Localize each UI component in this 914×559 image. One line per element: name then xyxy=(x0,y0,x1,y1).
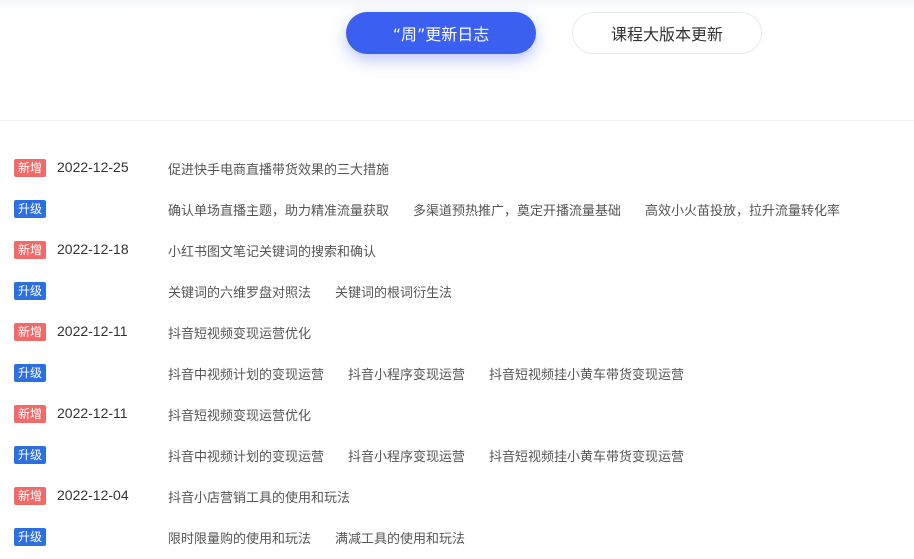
new-badge: 新增 xyxy=(14,487,47,505)
row-items: 限时限量购的使用和玩法 满减工具的使用和玩法 xyxy=(168,528,489,547)
tab-bar: “周”更新日志 课程大版本更新 xyxy=(0,0,914,121)
changelog-row: 升级 抖音中视频计划的变现运营 抖音小程序变现运营 抖音短视频挂小黄车带货变现运营 xyxy=(0,352,914,393)
row-date: 2022-12-11 xyxy=(57,405,128,421)
changelog-item-link[interactable]: 高效小火苗投放，拉升流量转化率 xyxy=(645,200,840,219)
changelog-item-link[interactable]: 抖音短视频变现运营优化 xyxy=(168,323,311,342)
changelog-item-link[interactable]: 促进快手电商直播带货效果的三大措施 xyxy=(168,159,389,178)
row-items: 促进快手电商直播带货效果的三大措施 xyxy=(168,159,413,178)
tab-weekly-changelog[interactable]: “周”更新日志 xyxy=(346,12,536,54)
changelog-row: 新增 2022-12-25 促进快手电商直播带货效果的三大措施 xyxy=(0,147,914,188)
changelog-item-link[interactable]: 限时限量购的使用和玩法 xyxy=(168,528,311,547)
changelog-row: 新增 2022-12-11 抖音短视频变现运营优化 xyxy=(0,311,914,352)
changelog-item-link[interactable]: 抖音中视频计划的变现运营 xyxy=(168,446,324,465)
changelog-row: 升级 抖音中视频计划的变现运营 抖音小程序变现运营 抖音短视频挂小黄车带货变现运营 xyxy=(0,434,914,475)
upgrade-badge: 升级 xyxy=(14,200,47,218)
changelog-item-link[interactable]: 抖音小程序变现运营 xyxy=(348,446,465,465)
upgrade-badge: 升级 xyxy=(14,282,47,300)
new-badge: 新增 xyxy=(14,323,47,341)
changelog-item-link[interactable]: 确认单场直播主题，助力精准流量获取 xyxy=(168,200,389,219)
changelog-item-link[interactable]: 抖音短视频挂小黄车带货变现运营 xyxy=(489,446,684,465)
new-badge: 新增 xyxy=(14,241,47,259)
changelog-item-link[interactable]: 小红书图文笔记关键词的搜索和确认 xyxy=(168,241,376,260)
changelog-row: 升级 关键词的六维罗盘对照法 关键词的根词衍生法 xyxy=(0,270,914,311)
changelog-row: 升级 确认单场直播主题，助力精准流量获取 多渠道预热推广，奠定开播流量基础 高效小火苗… xyxy=(0,188,914,229)
row-date: 2022-12-25 xyxy=(57,159,129,175)
upgrade-badge: 升级 xyxy=(14,528,47,546)
row-items: 抖音中视频计划的变现运营 抖音小程序变现运营 抖音短视频挂小黄车带货变现运营 xyxy=(168,446,708,465)
new-badge: 新增 xyxy=(14,405,47,423)
changelog-row: 新增 2022-12-18 小红书图文笔记关键词的搜索和确认 xyxy=(0,229,914,270)
row-items: 小红书图文笔记关键词的搜索和确认 xyxy=(168,241,400,260)
changelog-item-link[interactable]: 关键词的根词衍生法 xyxy=(335,282,452,301)
changelog-item-link[interactable]: 抖音小程序变现运营 xyxy=(348,364,465,383)
changelog-item-link[interactable]: 抖音中视频计划的变现运营 xyxy=(168,364,324,383)
upgrade-badge: 升级 xyxy=(14,364,47,382)
changelog-row: 新增 2022-12-11 抖音短视频变现运营优化 xyxy=(0,393,914,434)
changelog-item-link[interactable]: 关键词的六维罗盘对照法 xyxy=(168,282,311,301)
changelog-item-link[interactable]: 满减工具的使用和玩法 xyxy=(335,528,465,547)
changelog-row: 升级 限时限量购的使用和玩法 满减工具的使用和玩法 xyxy=(0,516,914,557)
upgrade-badge: 升级 xyxy=(14,446,47,464)
changelog-list: 新增 2022-12-25 促进快手电商直播带货效果的三大措施升级 确认单场直播主题，… xyxy=(0,147,914,557)
row-items: 抖音短视频变现运营优化 xyxy=(168,323,335,342)
changelog-row: 新增 2022-12-04 抖音小店营销工具的使用和玩法 xyxy=(0,475,914,516)
changelog-item-link[interactable]: 多渠道预热推广，奠定开播流量基础 xyxy=(413,200,621,219)
changelog-item-link[interactable]: 抖音短视频变现运营优化 xyxy=(168,405,311,424)
tab-major-course-updates[interactable]: 课程大版本更新 xyxy=(572,12,762,54)
row-items: 抖音小店营销工具的使用和玩法 xyxy=(168,487,374,506)
row-items: 确认单场直播主题，助力精准流量获取 多渠道预热推广，奠定开播流量基础 高效小火苗投放… xyxy=(168,200,864,219)
row-items: 抖音短视频变现运营优化 xyxy=(168,405,335,424)
row-date: 2022-12-04 xyxy=(57,487,129,503)
new-badge: 新增 xyxy=(14,159,47,177)
changelog-item-link[interactable]: 抖音小店营销工具的使用和玩法 xyxy=(168,487,350,506)
changelog-item-link[interactable]: 抖音短视频挂小黄车带货变现运营 xyxy=(489,364,684,383)
row-items: 关键词的六维罗盘对照法 关键词的根词衍生法 xyxy=(168,282,476,301)
row-date: 2022-12-11 xyxy=(57,323,128,339)
row-items: 抖音中视频计划的变现运营 抖音小程序变现运营 抖音短视频挂小黄车带货变现运营 xyxy=(168,364,708,383)
row-date: 2022-12-18 xyxy=(57,241,129,257)
